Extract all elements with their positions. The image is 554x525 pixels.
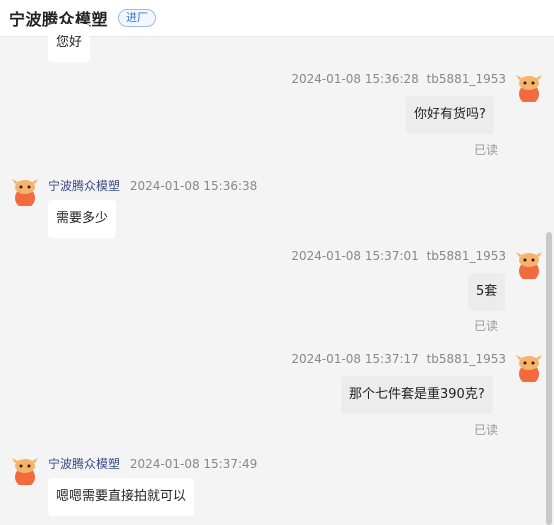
message-meta: 2024-01-08 15:36:28 tb5881_1953 [291, 72, 506, 86]
message-user: tb5881_1953 [426, 249, 506, 263]
message-time: 2024-01-08 15:37:17 [291, 352, 419, 366]
cartoon-avatar-icon[interactable] [10, 455, 40, 485]
message-meta: 2024-01-08 15:37:01 tb5881_1953 [291, 249, 506, 263]
message-time: 2024-01-08 15:36:38 [129, 179, 258, 193]
message-meta: 2024-01-08 15:37:17 tb5881_1953 [291, 352, 506, 366]
message-text: 嗯嗯需要直接拍就可以 [56, 489, 187, 504]
message-user: tb5881_1953 [426, 352, 506, 366]
message-bubble: 需要多少 [48, 200, 117, 238]
cartoon-avatar-icon[interactable] [514, 72, 544, 102]
read-status: 已读 [474, 319, 499, 333]
message-sender: 宁波腾众模塑 [48, 457, 121, 471]
cartoon-avatar-icon[interactable] [10, 176, 40, 206]
message-meta: 宁波腾众模塑 2024-01-08 15:37:49 [48, 455, 257, 472]
message-bubble: 嗯嗯需要直接拍就可以 [48, 478, 195, 516]
scrollbar[interactable] [546, 232, 552, 525]
message-user: tb5881_1953 [426, 72, 506, 86]
cartoon-avatar-icon[interactable] [514, 352, 544, 382]
read-status: 已读 [474, 423, 499, 437]
message-text: 5套 [476, 284, 498, 299]
message-bubble: 你好有货吗? [406, 96, 494, 134]
message-text: 需要多少 [56, 211, 109, 226]
message-text: 您好 [56, 35, 83, 50]
message-text: 那个七件套是重390克? [349, 387, 485, 402]
message-meta: 宁波腾众模塑 2024-01-08 15:36:38 [48, 177, 257, 194]
message-bubble: 那个七件套是重390克? [341, 376, 493, 414]
message-bubble: 您好 [48, 24, 91, 62]
message-time: 2024-01-08 15:37:49 [129, 457, 258, 471]
message-time: 2024-01-08 15:37:01 [291, 249, 419, 263]
cartoon-avatar-icon[interactable] [514, 249, 544, 279]
message-bubble: 5套 [468, 273, 506, 311]
message-sender: 宁波腾众模塑 [48, 179, 121, 193]
message-time: 2024-01-08 15:36:28 [291, 72, 419, 86]
message-text: 你好有货吗? [414, 107, 486, 122]
read-status: 已读 [474, 143, 499, 157]
message-list[interactable]: 您好 2024-01-08 15:36:28 tb5881_1953 你好有货吗… [0, 24, 554, 525]
shop-tag-badge[interactable]: 进厂 [118, 9, 157, 27]
